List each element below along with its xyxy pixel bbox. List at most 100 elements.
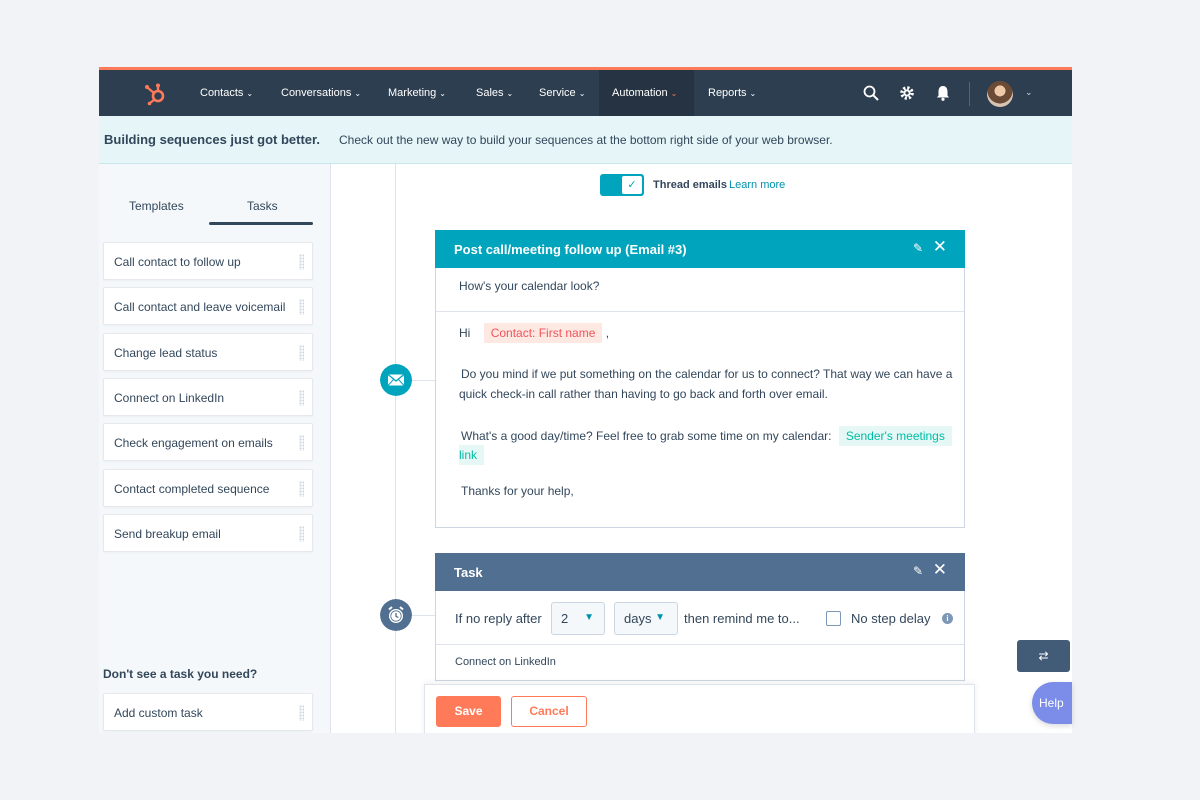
email-body-line: quick check-in call rather than having t… [459, 387, 828, 401]
task-item[interactable]: Check engagement on emails [103, 423, 313, 461]
hubspot-logo-icon[interactable] [143, 82, 167, 106]
task-item-label: Check engagement on emails [114, 436, 273, 450]
add-custom-task-item[interactable]: Add custom task [103, 693, 313, 731]
info-icon[interactable]: i [942, 613, 953, 624]
nav-automation-label: Automation [612, 87, 668, 99]
chevron-down-icon: ⌄ [749, 89, 757, 98]
task-item-label: Call contact to follow up [114, 255, 241, 269]
task-item[interactable]: Change lead status [103, 333, 313, 371]
task-item[interactable]: Contact completed sequence [103, 469, 313, 507]
nav-automation[interactable]: Automation ⌄ [599, 70, 694, 116]
email-step-card: Post call/meeting follow up (Email #3) ✎… [435, 230, 965, 528]
thread-emails-label: Thread emails [653, 179, 727, 191]
announcement-banner: Building sequences just got better. Chec… [99, 116, 1072, 164]
divider [436, 644, 964, 645]
email-closing: Thanks for your help, [461, 484, 574, 498]
task-name: Connect on LinkedIn [455, 656, 556, 668]
task-item[interactable]: Connect on LinkedIn [103, 378, 313, 416]
email-subject[interactable]: How's your calendar look? [459, 279, 599, 293]
task-item-label: Send breakup email [114, 527, 221, 541]
nav-reports-label: Reports [708, 87, 747, 99]
no-step-delay-checkbox[interactable] [826, 611, 841, 626]
email-greeting-line: Hi Contact: First name , [459, 323, 609, 343]
task-item-label: Connect on LinkedIn [114, 391, 225, 405]
drag-handle-icon[interactable] [299, 481, 304, 497]
nav-contacts[interactable]: Contacts ⌄ [187, 70, 266, 116]
nav-marketing[interactable]: Marketing ⌄ [375, 70, 459, 116]
banner-text: Check out the new way to build your sequ… [339, 133, 833, 147]
gear-icon[interactable] [898, 84, 916, 102]
sequence-editor: ✓ Thread emails Learn more Post call/mee… [332, 164, 1072, 733]
nav-conversations[interactable]: Conversations ⌄ [268, 70, 374, 116]
close-icon[interactable]: ✕ [933, 237, 947, 257]
timeline-connector [412, 380, 435, 381]
tab-tasks[interactable]: Tasks [247, 199, 278, 213]
tab-templates[interactable]: Templates [129, 199, 184, 213]
contact-first-name-token[interactable]: Contact: First name [483, 323, 603, 343]
task-item-label: Contact completed sequence [114, 482, 270, 496]
task-item-label: Call contact and leave voicemail [114, 300, 286, 314]
timeline-connector [412, 615, 435, 616]
task-item[interactable]: Call contact to follow up [103, 242, 313, 280]
sender-meetings-link-token[interactable]: link [459, 445, 485, 465]
nav-sales-label: Sales [476, 87, 504, 99]
email-body-text: What's a good day/time? Feel free to gra… [461, 429, 832, 443]
caret-down-icon: ▼ [655, 612, 665, 623]
drag-handle-icon[interactable] [299, 299, 304, 315]
task-item-label: Change lead status [114, 346, 218, 360]
task-item[interactable]: Send breakup email [103, 514, 313, 552]
divider [436, 311, 964, 312]
check-icon: ✓ [622, 176, 642, 194]
nav-service-label: Service [539, 87, 576, 99]
nav-contacts-label: Contacts [200, 87, 244, 99]
caret-down-icon: ▼ [584, 612, 594, 623]
task-item[interactable]: Call contact and leave voicemail [103, 287, 313, 325]
greeting-comma: , [605, 326, 610, 340]
nav-sales[interactable]: Sales ⌄ [463, 70, 526, 116]
banner-title: Building sequences just got better. [104, 132, 320, 147]
email-body-line: What's a good day/time? Feel free to gra… [461, 426, 952, 446]
email-body-line: Do you mind if we put something on the c… [461, 367, 953, 381]
delay-unit-select[interactable]: days ▼ [614, 602, 678, 635]
drag-handle-icon[interactable] [299, 345, 304, 361]
then-remind-label: then remind me to... [684, 611, 800, 626]
help-button[interactable]: Help [1032, 682, 1072, 724]
top-nav: Contacts ⌄ Conversations ⌄ Marketing ⌄ Sale… [99, 67, 1072, 116]
nav-service[interactable]: Service ⌄ [526, 70, 598, 116]
email-body-line: link [459, 445, 485, 465]
chevron-down-icon: ⌄ [670, 89, 678, 98]
email-card-header: Post call/meeting follow up (Email #3) ✎… [435, 230, 965, 268]
pencil-icon[interactable]: ✎ [913, 564, 923, 578]
alarm-clock-icon [380, 599, 412, 631]
pencil-icon[interactable]: ✎ [913, 241, 923, 255]
thread-emails-toggle[interactable]: ✓ [600, 174, 644, 196]
drag-handle-icon[interactable] [299, 390, 304, 406]
save-button[interactable]: Save [436, 696, 501, 727]
delay-unit: days [624, 611, 652, 626]
greeting-text: Hi [459, 326, 471, 340]
bell-icon[interactable] [934, 84, 952, 102]
swap-arrows-button[interactable]: ⇄ [1017, 640, 1070, 672]
delay-value-select[interactable]: 2 ▼ [551, 602, 605, 635]
close-icon[interactable]: ✕ [933, 560, 947, 580]
chevron-down-icon[interactable]: ⌄ [1025, 87, 1033, 98]
drag-handle-icon[interactable] [299, 435, 304, 451]
learn-more-link[interactable]: Learn more [729, 179, 785, 191]
avatar[interactable] [987, 81, 1013, 107]
delay-value: 2 [561, 611, 569, 626]
timeline-line [395, 164, 396, 733]
task-card-title: Task [454, 565, 483, 580]
no-step-delay-label[interactable]: No step delay [851, 611, 931, 626]
nav-reports[interactable]: Reports ⌄ [695, 70, 769, 116]
drag-handle-icon[interactable] [299, 705, 304, 721]
drag-handle-icon[interactable] [299, 254, 304, 270]
search-icon[interactable] [862, 84, 880, 102]
task-card-header: Task ✎ ✕ [435, 553, 965, 591]
cancel-button[interactable]: Cancel [511, 696, 587, 727]
task-step-card: Task ✎ ✕ If no reply after 2 ▼ days ▼ th… [435, 553, 965, 681]
chevron-down-icon: ⌄ [578, 89, 586, 98]
active-tab-indicator [209, 222, 313, 225]
drag-handle-icon[interactable] [299, 526, 304, 542]
action-footer: Save Cancel [424, 684, 975, 733]
sender-meetings-link-token[interactable]: Sender's meetings [838, 426, 952, 446]
